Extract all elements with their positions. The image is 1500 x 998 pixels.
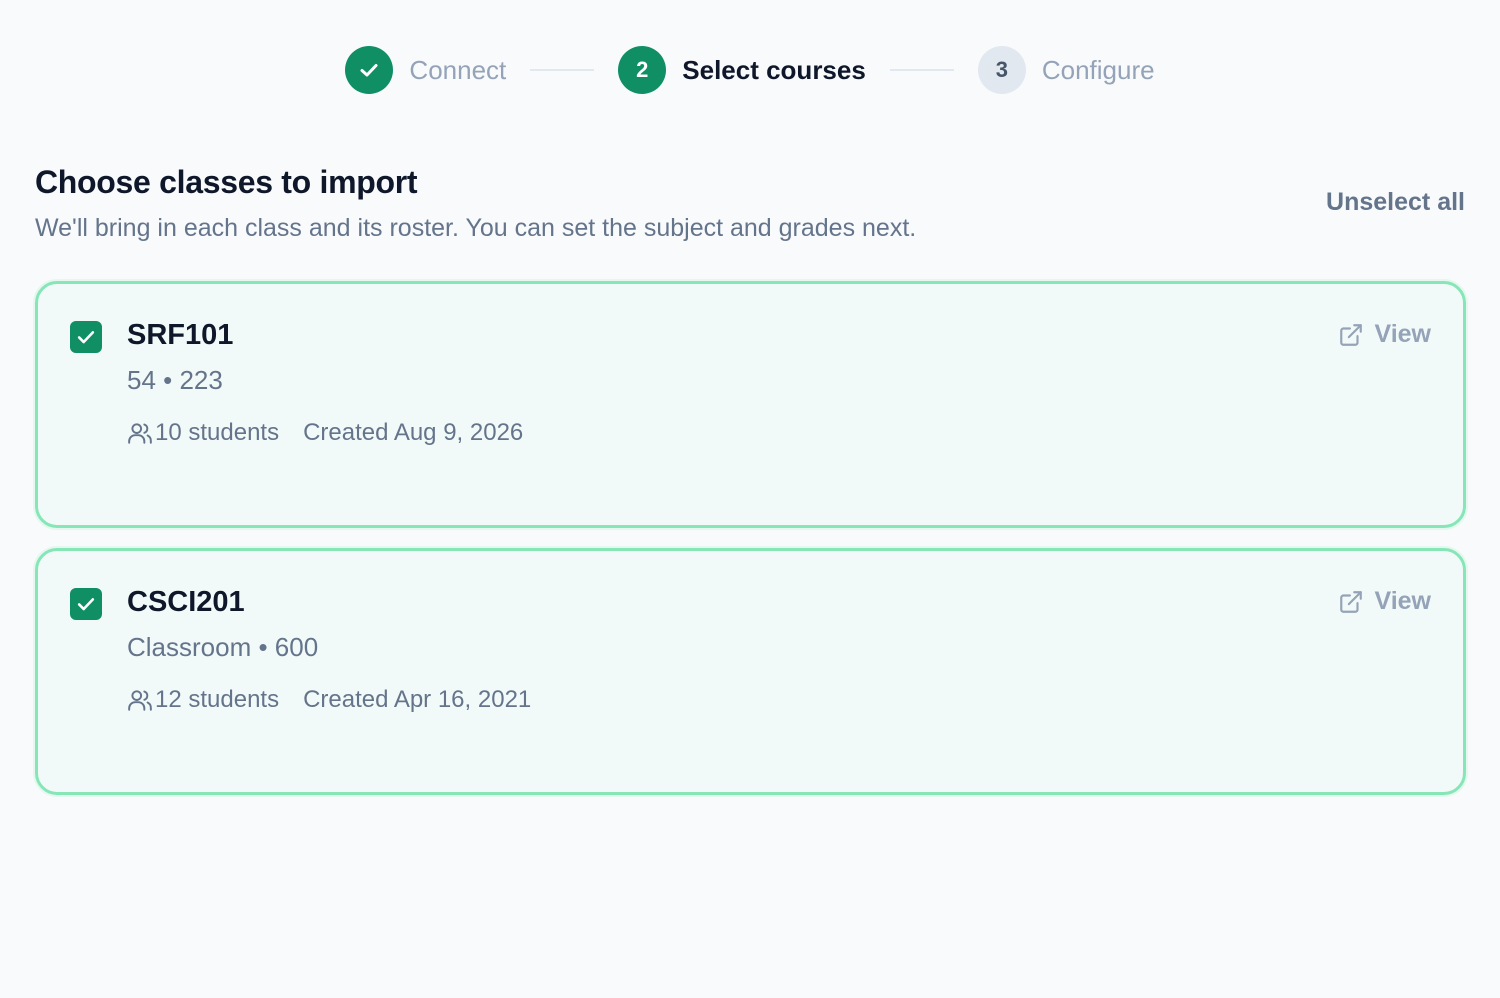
- checkmark-icon: [357, 58, 381, 82]
- student-count: 12 students: [155, 686, 280, 713]
- users-icon: [127, 687, 153, 713]
- checkmark-icon: [75, 593, 97, 615]
- course-meta: 54 • 223: [127, 365, 223, 395]
- users-icon: [127, 420, 153, 446]
- unselect-all-button[interactable]: Unselect all: [1326, 188, 1465, 217]
- step-complete-badge: [345, 46, 394, 94]
- course-card[interactable]: SRF101 54 • 223 10 students Created Aug …: [35, 281, 1466, 528]
- course-stats: 10 students Created Aug 9, 2026: [127, 419, 523, 447]
- step-number-badge: 2: [618, 46, 667, 94]
- step-select-courses[interactable]: 2 Select courses: [618, 46, 866, 94]
- page-subtitle: We'll bring in each class and its roster…: [35, 214, 917, 242]
- view-label: View: [1374, 320, 1431, 348]
- step-number-badge: 3: [977, 46, 1026, 94]
- step-label-connect: Connect: [409, 54, 507, 85]
- view-label: View: [1374, 587, 1431, 615]
- created-date: Created Aug 9, 2026: [303, 419, 524, 446]
- step-label-select-courses: Select courses: [682, 54, 866, 85]
- step-connector: [530, 69, 595, 71]
- external-link-icon: [1338, 589, 1364, 615]
- view-course-link[interactable]: View: [1338, 320, 1431, 349]
- external-link-icon: [1338, 322, 1364, 348]
- created-date: Created Apr 16, 2021: [303, 686, 532, 713]
- course-code: SRF101: [127, 319, 234, 351]
- course-code: CSCI201: [127, 586, 245, 618]
- course-checkbox[interactable]: [70, 321, 102, 353]
- course-stats: 12 students Created Apr 16, 2021: [127, 686, 531, 714]
- step-connector: [889, 69, 954, 71]
- student-count: 10 students: [155, 419, 280, 446]
- view-course-link[interactable]: View: [1338, 587, 1431, 616]
- step-configure[interactable]: 3 Configure: [977, 46, 1155, 94]
- course-meta: Classroom • 600: [127, 632, 319, 662]
- course-card[interactable]: CSCI201 Classroom • 600 12 students Crea…: [35, 548, 1466, 795]
- step-connect[interactable]: Connect: [345, 46, 506, 94]
- page-title: Choose classes to import: [35, 164, 418, 200]
- import-stepper: Connect 2 Select courses 3 Configure: [0, 46, 1500, 94]
- checkmark-icon: [75, 326, 97, 348]
- course-checkbox[interactable]: [70, 588, 102, 620]
- step-label-configure: Configure: [1041, 54, 1155, 85]
